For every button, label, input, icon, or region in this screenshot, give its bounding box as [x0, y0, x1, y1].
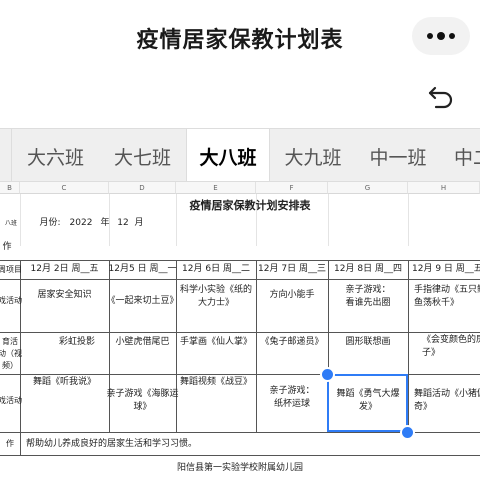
undo-icon[interactable] — [426, 84, 456, 110]
table-cell[interactable]: 居家安全知识 — [20, 283, 109, 307]
page-title: 疫情居家保教计划表 — [136, 28, 344, 53]
day-header[interactable]: 12月 8日 周__四 — [328, 260, 408, 279]
note-text[interactable]: 帮助幼儿养成良好的居家生活和学习习惯。 — [26, 436, 326, 452]
column-header[interactable]: E — [176, 182, 256, 194]
row-label: 戏活动 — [0, 395, 22, 405]
table-cell[interactable]: 手指律动《五只鲜 鱼荡秋千》 — [408, 282, 480, 312]
school-name: 阳信县第一实验学校附属幼儿园 — [176, 462, 303, 473]
cell-selection-box[interactable] — [327, 374, 408, 432]
day-header[interactable]: 12月 7日 周__三 — [256, 260, 328, 279]
top-bar: 疫情居家保教计划表 — [0, 0, 480, 76]
day-header[interactable]: 12月 6日 周__二 — [176, 260, 256, 279]
class-label: 八班 — [4, 219, 17, 227]
tab-class-8[interactable]: 大八班 — [186, 129, 270, 181]
table-cell[interactable]: 《会变颜色的房 子》 — [408, 332, 480, 362]
column-header[interactable]: D — [109, 182, 176, 194]
table-cell[interactable]: 科学小实验《纸的 大力士》 — [176, 282, 256, 312]
table-cell[interactable]: 亲子游戏《海豚运 球》 — [107, 386, 179, 416]
year-value: 2022 — [69, 217, 93, 228]
table-cell[interactable]: 舞蹈《听我说》 — [20, 375, 109, 389]
more-dots-icon — [427, 33, 433, 39]
selection-handle-end[interactable] — [400, 425, 415, 440]
tab-class-7[interactable]: 大七班 — [99, 129, 186, 181]
table-cell[interactable]: 亲子游戏： 纸杯运球 — [256, 383, 328, 413]
month-unit: 月 — [134, 217, 144, 228]
table-cell[interactable]: 舞蹈活动《小猪佩 奇》 — [408, 386, 480, 416]
row-label: 作 — [2, 241, 12, 252]
selection-handle-start[interactable] — [320, 367, 335, 382]
more-dots-icon — [449, 33, 455, 39]
column-header[interactable]: F — [256, 182, 328, 194]
table-cell[interactable]: 彩虹投影 — [20, 332, 109, 352]
tab-edge — [0, 129, 12, 181]
table-cell[interactable]: 舞蹈视频《战豆》 — [176, 375, 256, 389]
table-cell[interactable]: 圆形联想画 — [328, 332, 408, 352]
more-options-button[interactable] — [412, 17, 470, 55]
year-unit: 年 — [100, 217, 110, 228]
day-header[interactable]: 12月 9 日 周__五 — [408, 260, 480, 279]
tab-middle-2[interactable]: 中二 — [440, 129, 480, 181]
sheet-title: 疫情居家保教计划安排表 — [189, 198, 311, 212]
row-label: 戏活动 — [0, 295, 22, 305]
table-cell[interactable]: 《一起来切土豆》 — [107, 286, 179, 316]
tab-class-6[interactable]: 大六班 — [12, 129, 99, 181]
month-value: 12 — [117, 217, 129, 228]
table-cell[interactable]: 小壁虎借尾巴 — [109, 332, 176, 352]
column-header[interactable]: G — [328, 182, 408, 194]
day-header[interactable]: 12月5 日 周__一 — [109, 260, 177, 279]
tab-class-9[interactable]: 大九班 — [270, 129, 356, 181]
table-cell[interactable]: 手掌画《仙人掌》 — [176, 332, 256, 352]
spreadsheet[interactable]: B C D E F G H 疫情居家保教计划安排表 八班 月份: 2022 年 … — [0, 182, 480, 480]
row-label: 频） — [2, 361, 18, 370]
more-dots-icon — [437, 32, 445, 40]
table-cell[interactable]: 方向小能手 — [256, 283, 328, 307]
column-header[interactable]: H — [408, 182, 480, 194]
month-label: 月份: — [39, 217, 61, 228]
column-header[interactable]: C — [20, 182, 109, 194]
sheet-tabs: 大六班 大七班 大八班 大九班 中一班 中二 — [0, 128, 480, 182]
table-cell[interactable]: 亲子游戏： 看谁先出圈 — [328, 282, 408, 312]
table-cell[interactable]: 《兔子邮递员》 — [256, 332, 328, 352]
row-label: 作 — [6, 438, 14, 448]
day-header[interactable]: 12月 2日 周__五 — [20, 260, 109, 279]
column-header[interactable]: B — [0, 182, 20, 194]
row-label: 周项目 — [0, 265, 22, 274]
tab-middle-1[interactable]: 中一班 — [356, 129, 440, 181]
